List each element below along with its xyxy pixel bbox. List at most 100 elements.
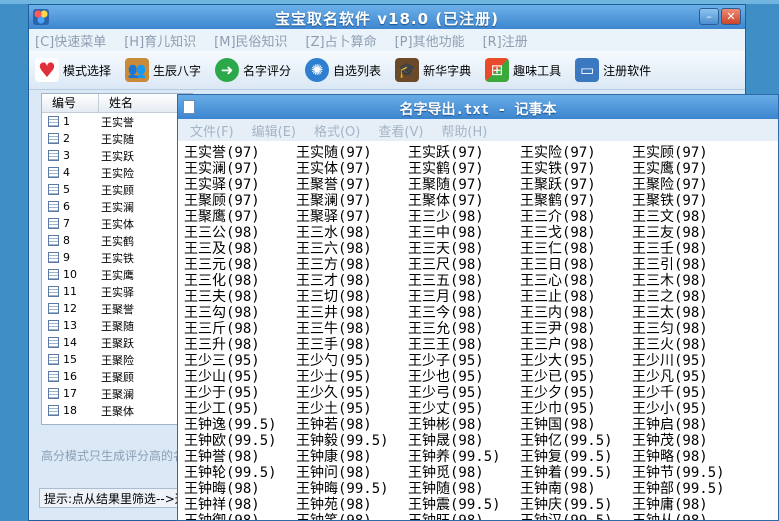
table-row[interactable]: 4 王实险 <box>42 164 192 181</box>
name-entry: 王少勺(95) <box>296 353 372 369</box>
menu-edit[interactable]: 编辑(E) <box>252 121 296 140</box>
table-row[interactable]: 11 王实驿 <box>42 283 192 300</box>
row-doc-icon <box>48 201 59 212</box>
dictionary-button[interactable]: 🎓 新华字典 <box>395 58 471 82</box>
name-entry: 王三引(98) <box>632 257 708 273</box>
menu-format[interactable]: 格式(O) <box>314 121 360 140</box>
table-row[interactable]: 13 王聚随 <box>42 317 192 334</box>
row-number: 2 <box>63 132 70 145</box>
table-row[interactable]: 2 王实随 <box>42 130 192 147</box>
name-entry: 王少弓(95) <box>408 385 484 401</box>
table-row[interactable]: 5 王实顾 <box>42 181 192 198</box>
row-name: 王实险 <box>101 166 134 180</box>
name-entry: 王三化(98) <box>184 273 260 289</box>
table-row[interactable]: 17 王聚澜 <box>42 385 192 402</box>
mode-select-label: 模式选择 <box>63 63 112 78</box>
minimize-button[interactable]: – <box>699 8 719 25</box>
name-entry: 王聚随(97) <box>408 177 484 193</box>
name-entry: 王三户(98) <box>520 337 596 353</box>
mode-select-button[interactable]: ♥ 模式选择 <box>35 58 111 82</box>
row-number: 6 <box>63 200 70 213</box>
notepad-text-area[interactable]: 王实誉(97) 王实随(97) 王实跃(97) 王实险(97) 王实顾(97) 王实澜(9… <box>178 141 778 521</box>
menu-other[interactable]: [P]其他功能 <box>395 31 465 50</box>
name-entry: 王三手(98) <box>296 337 372 353</box>
menu-folk[interactable]: [M]民俗知识 <box>214 31 287 50</box>
table-row[interactable]: 7 王实体 <box>42 215 192 232</box>
name-entry: 王钟晦(98) <box>184 481 260 497</box>
status-bar: 提示:点从结果里筛选-->这 <box>39 488 189 508</box>
notepad-title: 名字导出.txt - 记事本 <box>399 102 557 118</box>
name-entry: 王三方(98) <box>296 257 372 273</box>
table-row[interactable]: 8 王实鹤 <box>42 232 192 249</box>
name-entry: 王三木(98) <box>632 273 708 289</box>
text-line: 王钟轮(99.5) 王钟问(98) 王钟觅(98) 王钟着(99.5) 王钟节(99.5… <box>184 465 778 481</box>
arrow-right-icon: ➜ <box>215 58 240 82</box>
name-entry: 王三公(98) <box>184 225 260 241</box>
row-name: 王实誉 <box>101 115 134 129</box>
close-button[interactable]: ✕ <box>721 8 741 25</box>
name-entry: 王聚誉(97) <box>296 177 372 193</box>
menu-view[interactable]: 查看(V) <box>378 121 423 140</box>
menu-help[interactable]: 帮助(H) <box>441 121 487 140</box>
table-row[interactable]: 3 王实跃 <box>42 147 192 164</box>
text-line: 王三元(98) 王三方(98) 王三尺(98) 王三日(98) 王三引(98) <box>184 257 778 273</box>
menu-divination[interactable]: [Z]占卜算命 <box>306 31 377 50</box>
name-entry: 王钟南(98) <box>520 481 596 497</box>
notepad-menubar: 文件(F) 编辑(E) 格式(O) 查看(V) 帮助(H) <box>178 119 778 141</box>
column-header-number[interactable]: 编号 <box>42 94 99 112</box>
name-entry: 王实誉(97) <box>184 145 260 161</box>
table-row[interactable]: 18 王聚体 <box>42 402 192 419</box>
name-entry: 王三元(98) <box>184 257 260 273</box>
main-toolbar: ♥ 模式选择 👥 生辰八字 ➜ 名字评分 ✺ 自选列表 🎓 新华字典 ⊞ 趣味工… <box>29 51 745 90</box>
birth-bazi-button[interactable]: 👥 生辰八字 <box>125 58 201 82</box>
name-entry: 王少山(95) <box>184 369 260 385</box>
row-name: 王实跃 <box>101 149 134 163</box>
table-row[interactable]: 15 王聚险 <box>42 351 192 368</box>
register-software-button[interactable]: ▭ 注册软件 <box>575 58 651 82</box>
table-row[interactable]: 10 王实鹰 <box>42 266 192 283</box>
row-doc-icon <box>48 354 59 365</box>
name-entry: 王钟汉(99.5) <box>520 513 613 521</box>
custom-list-button[interactable]: ✺ 自选列表 <box>305 58 381 82</box>
table-row[interactable]: 14 王聚跃 <box>42 334 192 351</box>
heart-icon: ♥ <box>35 58 59 82</box>
table-row[interactable]: 16 王聚顾 <box>42 368 192 385</box>
text-line: 王少工(95) 王少土(95) 王少丈(95) 王少巾(95) 王少小(95) <box>184 401 778 417</box>
text-line: 王钟誉(98) 王钟康(98) 王钟养(99.5) 王钟复(99.5) 王钟略(98) <box>184 449 778 465</box>
name-entry: 王少于(95) <box>184 385 260 401</box>
text-line: 王三及(98) 王三六(98) 王三天(98) 王三仁(98) 王三壬(98) <box>184 241 778 257</box>
row-doc-icon <box>48 252 59 263</box>
menu-file[interactable]: 文件(F) <box>190 121 234 140</box>
text-line: 王钟逸(99.5) 王钟若(98) 王钟彬(98) 王钟国(98) 王钟启(98) <box>184 417 778 433</box>
row-doc-icon <box>48 218 59 229</box>
menu-quick[interactable]: [C]快速菜单 <box>35 31 106 50</box>
table-row[interactable]: 6 王实澜 <box>42 198 192 215</box>
row-doc-icon <box>48 303 59 314</box>
table-row[interactable]: 1 王实誉 <box>42 113 192 130</box>
name-entry: 王三才(98) <box>296 273 372 289</box>
name-score-button[interactable]: ➜ 名字评分 <box>215 58 291 82</box>
name-entry: 王少小(95) <box>632 401 708 417</box>
name-entry: 王三壬(98) <box>632 241 708 257</box>
menu-register[interactable]: [R]注册 <box>483 31 528 50</box>
row-name: 王聚誉 <box>101 302 134 316</box>
fun-tools-button[interactable]: ⊞ 趣味工具 <box>485 58 561 82</box>
name-list[interactable]: 编号 姓名 1 王实誉 2 王实随 3 王实跃 4 王实险 5 王实顾 6 王实澜 7 王实体 8 王实鹤 9 王… <box>41 93 193 425</box>
name-entry: 王钟略(98) <box>632 449 708 465</box>
table-row[interactable]: 9 王实铁 <box>42 249 192 266</box>
name-entry: 王实铁(97) <box>520 161 596 177</box>
name-entry: 王三匀(98) <box>632 321 708 337</box>
table-row[interactable]: 12 王聚誉 <box>42 300 192 317</box>
row-number: 17 <box>63 387 77 400</box>
text-line: 王三升(98) 王三手(98) 王三王(98) 王三户(98) 王三火(98) <box>184 337 778 353</box>
row-number: 4 <box>63 166 70 179</box>
name-entry: 王实鹰(97) <box>632 161 708 177</box>
menu-parenting[interactable]: [H]育儿知识 <box>124 31 196 50</box>
notepad-title-bar[interactable]: 名字导出.txt - 记事本 <box>178 95 778 119</box>
main-title-bar[interactable]: 宝宝取名软件 v18.0 (已注册) – ✕ <box>29 5 745 29</box>
name-entry: 王三止(98) <box>520 289 596 305</box>
name-entry: 王少工(95) <box>184 401 260 417</box>
row-number: 3 <box>63 149 70 162</box>
main-menubar: [C]快速菜单 [H]育儿知识 [M]民俗知识 [Z]占卜算命 [P]其他功能 … <box>29 29 745 51</box>
name-entry: 王实体(97) <box>296 161 372 177</box>
